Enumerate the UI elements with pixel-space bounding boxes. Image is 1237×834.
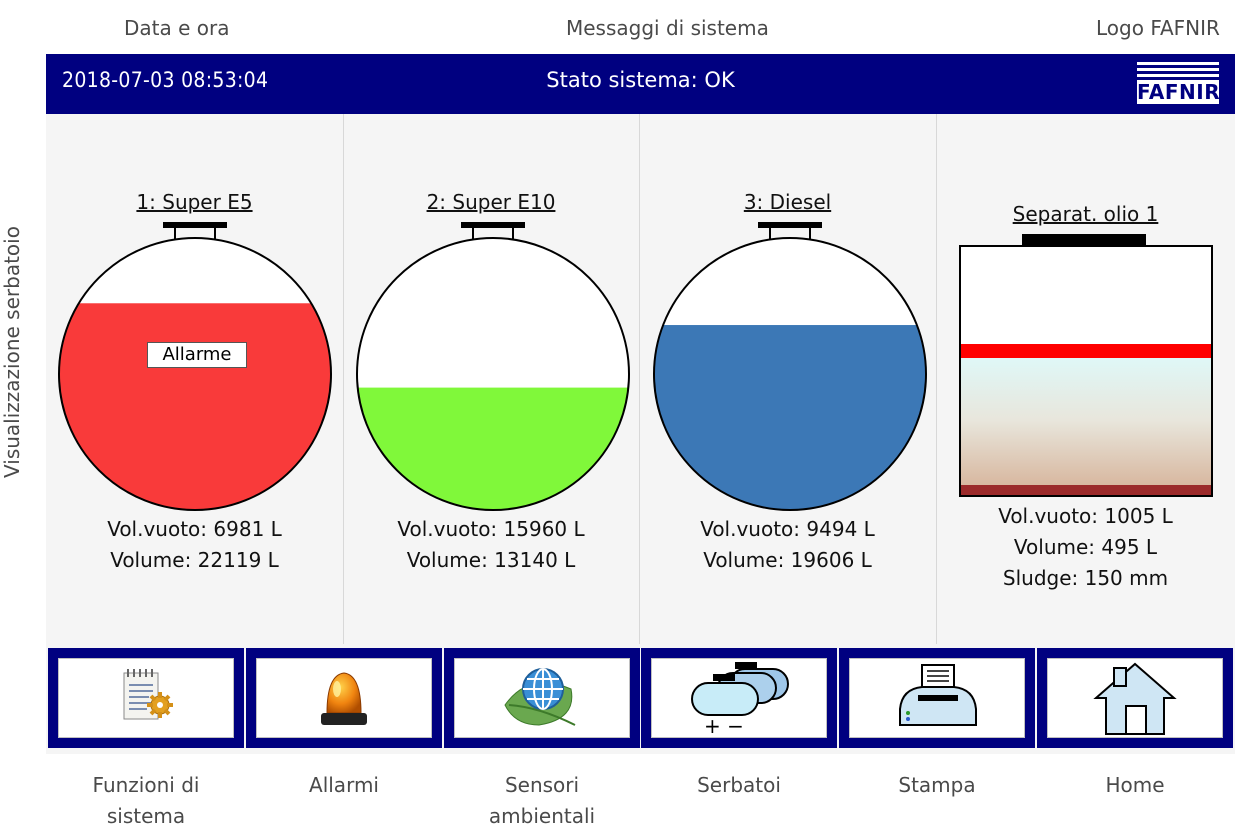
tank-3-volume: Volume: 19606 L	[703, 548, 872, 572]
tank-3-graphic[interactable]	[653, 216, 927, 512]
tank-2-fill	[357, 387, 629, 510]
alarm-badge[interactable]: Allarme	[147, 342, 247, 368]
annotation-tank-visualization: Visualizzazione serbatoio	[0, 226, 24, 478]
tanks-icon: + −	[691, 662, 789, 735]
tank-2-title[interactable]: 2: Super E10	[343, 190, 639, 214]
system-functions-button[interactable]	[48, 648, 244, 748]
home-icon	[1093, 662, 1177, 735]
tank-2-empty-volume: Vol.vuoto: 15960 L	[397, 517, 585, 541]
sludge-layer	[961, 485, 1211, 495]
separator-title[interactable]: Separat. olio 1	[936, 202, 1235, 226]
tank-3-title[interactable]: 3: Diesel	[639, 190, 936, 214]
separator-graphic[interactable]	[956, 232, 1216, 500]
alarms-button[interactable]	[246, 648, 442, 748]
tank-1-empty-volume: Vol.vuoto: 6981 L	[107, 517, 282, 541]
separator-volume: Volume: 495 L	[1013, 535, 1158, 559]
environment-sensor-icon	[504, 668, 576, 726]
oil-layer	[961, 344, 1211, 358]
printer-icon	[899, 664, 977, 726]
tank-2-info: Vol.vuoto: 15960 L Volume: 13140 L	[343, 514, 639, 576]
tank-3-fill	[654, 325, 926, 510]
annotation-datetime: Data e ora	[124, 16, 230, 40]
header-bar: 2018-07-03 08:53:04 Stato sistema: OK FA…	[46, 54, 1235, 114]
separator-info: Vol.vuoto: 1005 L Volume: 495 L Sludge: …	[936, 501, 1235, 594]
environment-sensors-button[interactable]	[444, 648, 640, 748]
system-functions-caption: Funzioni di sistema	[92, 773, 200, 828]
tank-2-volume: Volume: 13140 L	[406, 548, 576, 572]
separator-sludge: Sludge: 150 mm	[1002, 566, 1169, 590]
tank-3-info: Vol.vuoto: 9494 L Volume: 19606 L	[639, 514, 936, 576]
tank-1-volume: Volume: 22119 L	[110, 548, 279, 572]
tank-2-graphic[interactable]	[356, 216, 630, 512]
home-caption: Home	[1105, 773, 1165, 797]
bottom-toolbar: + −	[46, 644, 1235, 754]
svg-text:+ −: + −	[704, 714, 744, 735]
tanks-button[interactable]: + −	[641, 648, 837, 748]
tank-1-info: Vol.vuoto: 6981 L Volume: 22119 L	[46, 514, 343, 576]
tanks-caption: Serbatoi	[697, 773, 781, 797]
tank-1-title[interactable]: 1: Super E5	[46, 190, 343, 214]
fafnir-logo: FAFNIR	[1137, 62, 1220, 106]
system-functions-icon	[123, 669, 173, 720]
alarms-caption: Allarmi	[309, 773, 379, 797]
alarm-beacon-icon	[321, 672, 367, 725]
home-button[interactable]	[1037, 648, 1233, 748]
console-screen: 2018-07-03 08:53:04 Stato sistema: OK FA…	[46, 54, 1235, 754]
tank-1-fill	[59, 303, 331, 510]
annotation-logo: Logo FAFNIR	[1096, 16, 1220, 40]
tank-3-empty-volume: Vol.vuoto: 9494 L	[700, 517, 875, 541]
system-status: Stato sistema: OK	[546, 68, 735, 92]
print-button[interactable]	[839, 648, 1035, 748]
print-caption: Stampa	[898, 773, 976, 797]
environment-sensors-caption: Sensori ambientali	[488, 773, 596, 828]
annotation-system-messages: Messaggi di sistema	[566, 16, 769, 40]
separator-empty-volume: Vol.vuoto: 1005 L	[998, 504, 1173, 528]
